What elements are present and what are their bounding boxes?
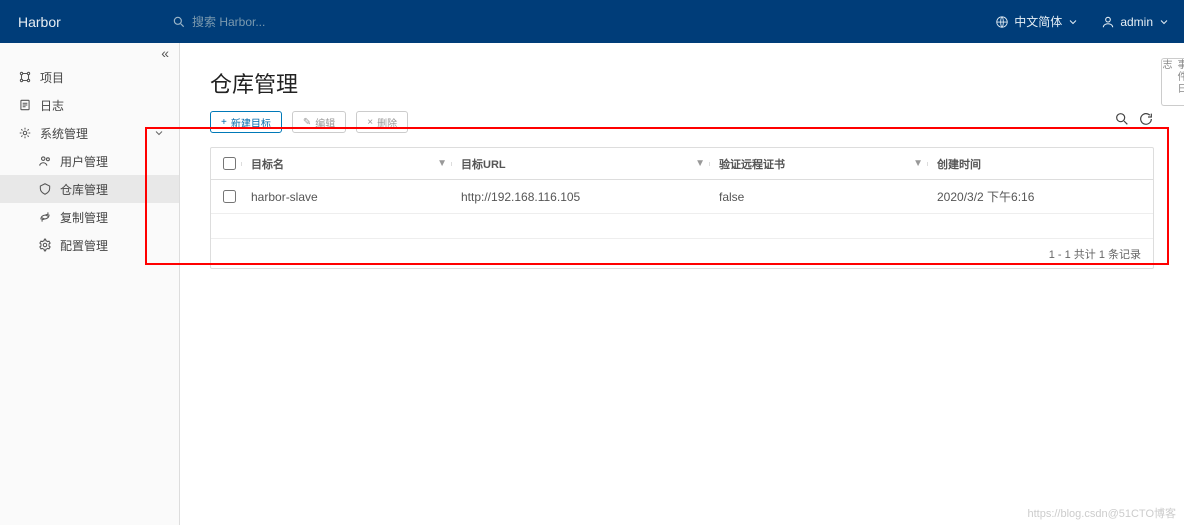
button-label: 编辑: [315, 115, 335, 130]
col-label: 验证远程证书: [719, 156, 785, 172]
language-selector[interactable]: 中文简体: [995, 13, 1079, 30]
cell-time: 2020/3/2 下午6:16: [933, 188, 1153, 205]
sidebar-item-system[interactable]: 系统管理: [0, 119, 179, 147]
pencil-icon: ✎: [303, 117, 311, 128]
search-input[interactable]: [192, 15, 392, 29]
button-label: 删除: [377, 115, 397, 130]
new-target-button[interactable]: + 新建目标: [210, 111, 282, 133]
registry-icon: [38, 182, 52, 196]
logs-icon: [18, 98, 32, 112]
chevron-down-icon: [1158, 16, 1170, 28]
globe-icon: [995, 15, 1009, 29]
topbar-right: 中文简体 admin: [995, 13, 1170, 30]
sidebar-label: 日志: [40, 97, 64, 114]
col-label: 创建时间: [937, 156, 981, 172]
filter-icon[interactable]: ▼: [913, 158, 923, 169]
plus-icon: +: [221, 117, 227, 128]
event-log-tab[interactable]: 事件日志: [1161, 58, 1184, 106]
cell-name: harbor-slave: [247, 190, 457, 204]
filter-icon[interactable]: ▼: [437, 158, 447, 169]
topbar: Harbor 中文简体 admin: [0, 0, 1184, 43]
body: « 项目 日志 系统管理 用户管理: [0, 43, 1184, 525]
config-icon: [38, 238, 52, 252]
user-menu[interactable]: admin: [1101, 15, 1170, 29]
col-label: 目标URL: [461, 156, 506, 172]
col-time[interactable]: 创建时间: [933, 156, 1153, 172]
users-icon: [38, 154, 52, 168]
cell-cert: false: [715, 190, 933, 204]
sidebar-label: 系统管理: [40, 125, 88, 142]
sidebar-label: 用户管理: [60, 153, 108, 170]
sidebar-item-users[interactable]: 用户管理: [0, 147, 179, 175]
datagrid-header: 目标名 ▼ 目标URL ▼ 验证远程证书 ▼ 创建时间: [211, 148, 1153, 180]
col-url[interactable]: 目标URL ▼: [457, 156, 715, 172]
projects-icon: [18, 70, 32, 84]
system-icon: [18, 126, 32, 140]
user-label: admin: [1120, 15, 1153, 29]
chevron-down-icon: [1067, 16, 1079, 28]
content: 仓库管理 + 新建目标 ✎ 编辑 × 删除: [180, 43, 1184, 525]
delete-button[interactable]: × 删除: [356, 111, 408, 133]
col-label: 目标名: [251, 156, 284, 172]
topbar-main: 中文简体 admin: [158, 0, 1184, 43]
row-checkbox[interactable]: [223, 190, 236, 203]
sidebar-item-config[interactable]: 配置管理: [0, 231, 179, 259]
button-label: 新建目标: [231, 115, 271, 130]
sidebar-label: 配置管理: [60, 237, 108, 254]
brand-label[interactable]: Harbor: [0, 0, 158, 43]
sidebar-item-logs[interactable]: 日志: [0, 91, 179, 119]
replication-icon: [38, 210, 52, 224]
language-label: 中文简体: [1014, 13, 1062, 30]
search-icon: [172, 15, 186, 29]
sidebar-item-projects[interactable]: 项目: [0, 63, 179, 91]
cell-url: http://192.168.116.105: [457, 190, 715, 204]
sidebar-label: 项目: [40, 69, 64, 86]
chevron-down-icon: [153, 127, 165, 139]
sidebar-label: 仓库管理: [60, 181, 108, 198]
select-all-checkbox[interactable]: [223, 157, 236, 170]
datagrid-footer: 1 - 1 共计 1 条记录: [211, 238, 1153, 268]
refresh-icon[interactable]: [1138, 111, 1154, 127]
edit-button[interactable]: ✎ 编辑: [292, 111, 346, 133]
user-icon: [1101, 15, 1115, 29]
watermark: https://blog.csdn@51CTO博客: [1027, 505, 1176, 521]
page-title: 仓库管理: [210, 67, 1154, 99]
sidebar-label: 复制管理: [60, 209, 108, 226]
filter-icon[interactable]: ▼: [695, 158, 705, 169]
x-icon: ×: [367, 117, 373, 128]
filter-icon[interactable]: [1114, 111, 1130, 127]
table-row[interactable]: harbor-slave http://192.168.116.105 fals…: [211, 180, 1153, 214]
col-name[interactable]: 目标名 ▼: [247, 156, 457, 172]
sidebar-item-replications[interactable]: 复制管理: [0, 203, 179, 231]
sidebar: « 项目 日志 系统管理 用户管理: [0, 43, 180, 525]
datagrid: 目标名 ▼ 目标URL ▼ 验证远程证书 ▼ 创建时间 harbor-slave: [210, 147, 1154, 269]
col-cert[interactable]: 验证远程证书 ▼: [715, 156, 933, 172]
sidebar-collapse[interactable]: «: [0, 43, 179, 63]
global-search[interactable]: [172, 15, 392, 29]
sidebar-item-registries[interactable]: 仓库管理: [0, 175, 179, 203]
action-bar: + 新建目标 ✎ 编辑 × 删除: [210, 111, 1154, 133]
refresh-group: [1114, 111, 1154, 127]
